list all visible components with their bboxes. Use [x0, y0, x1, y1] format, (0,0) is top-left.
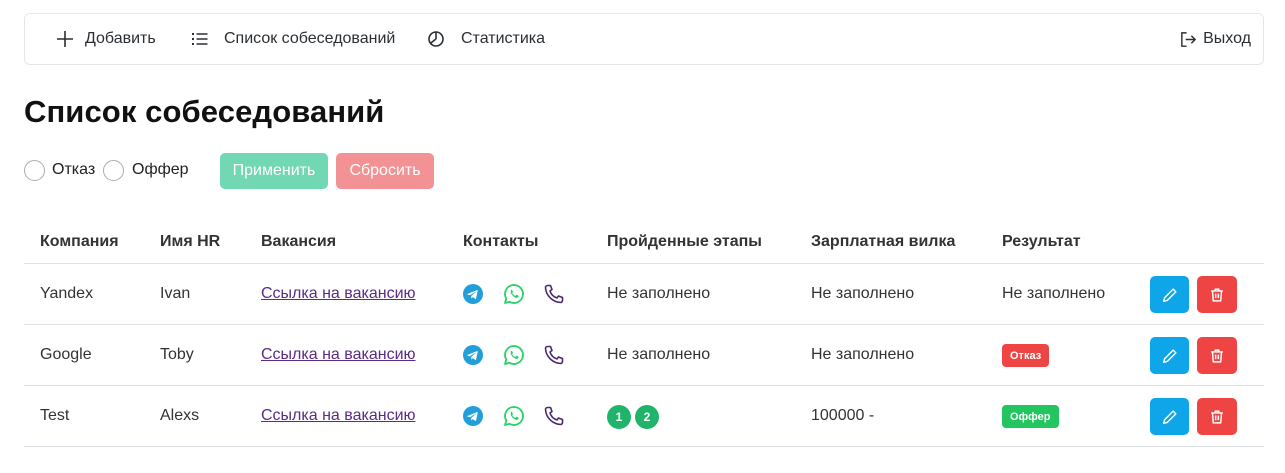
- filters-bar: Отказ Оффер Применить Сбросить: [24, 153, 524, 189]
- phone-icon[interactable]: [542, 404, 566, 428]
- pencil-icon: [1162, 287, 1177, 302]
- stages-badges: 1 2: [607, 405, 659, 429]
- header-result: Результат: [1002, 233, 1081, 250]
- whatsapp-icon[interactable]: [502, 343, 526, 367]
- radio-offer[interactable]: [103, 160, 124, 181]
- vacancy-link[interactable]: Ссылка на вакансию: [261, 346, 416, 364]
- header-contacts: Контакты: [463, 233, 539, 250]
- phone-icon[interactable]: [542, 343, 566, 367]
- delete-button[interactable]: [1197, 276, 1237, 313]
- cell-company: Google: [40, 346, 92, 363]
- nav-add[interactable]: Добавить: [55, 14, 156, 64]
- cell-hr-name: Toby: [160, 346, 194, 363]
- cell-salary: 100000 -: [811, 407, 875, 424]
- trash-icon: [1211, 409, 1223, 424]
- stage-badge: 2: [635, 405, 659, 429]
- cell-stages: Не заполнено: [607, 346, 711, 363]
- whatsapp-icon[interactable]: [502, 404, 526, 428]
- table-row: Yandex Ivan Ссылка на вакансию Не заполн…: [24, 264, 1264, 325]
- status-badge-offer: Оффер: [1002, 405, 1059, 428]
- cell-salary: Не заполнено: [811, 346, 915, 363]
- cell-company: Test: [40, 407, 70, 424]
- vacancy-link[interactable]: Ссылка на вакансию: [261, 285, 416, 303]
- logout-icon: [1181, 31, 1197, 47]
- pencil-icon: [1162, 348, 1177, 363]
- cell-salary: Не заполнено: [811, 285, 915, 302]
- cell-result: Не заполнено: [1002, 285, 1106, 302]
- header-company: Компания: [40, 233, 119, 250]
- header-hr-name: Имя HR: [160, 233, 221, 250]
- header-salary: Зарплатная вилка: [811, 233, 956, 250]
- cell-company: Yandex: [40, 285, 94, 302]
- delete-button[interactable]: [1197, 337, 1237, 374]
- status-badge-reject: Отказ: [1002, 344, 1050, 367]
- stage-badge: 1: [607, 405, 631, 429]
- cell-hr-name: Ivan: [160, 285, 191, 302]
- nav-interview-list[interactable]: Список собеседований: [190, 14, 395, 64]
- radio-reject[interactable]: [24, 160, 45, 181]
- nav-stats-label: Статистика: [461, 30, 546, 47]
- table-header: Компания Имя HR Вакансия Контакты Пройде…: [24, 220, 1264, 264]
- apply-button[interactable]: Применить: [220, 153, 328, 189]
- vacancy-link[interactable]: Ссылка на вакансию: [261, 407, 416, 425]
- telegram-icon[interactable]: [463, 406, 483, 426]
- delete-button[interactable]: [1197, 398, 1237, 435]
- telegram-icon[interactable]: [463, 284, 483, 304]
- radio-offer-label: Оффер: [132, 161, 189, 178]
- plus-icon: [57, 31, 73, 47]
- nav-logout-label: Выход: [1203, 30, 1251, 47]
- table-row: Test Alexs Ссылка на вакансию 1 2 100000…: [24, 386, 1264, 447]
- nav-add-label: Добавить: [85, 30, 156, 47]
- trash-icon: [1211, 348, 1223, 363]
- top-navigation: Добавить Список собеседований Статистика…: [24, 13, 1264, 65]
- reset-button[interactable]: Сбросить: [336, 153, 434, 189]
- nav-logout[interactable]: Выход: [1179, 14, 1251, 64]
- header-vacancy: Вакансия: [261, 233, 337, 250]
- pencil-icon: [1162, 409, 1177, 424]
- page-title: Список собеседований: [24, 94, 385, 129]
- edit-button[interactable]: [1150, 337, 1189, 374]
- phone-icon[interactable]: [542, 282, 566, 306]
- radio-reject-label: Отказ: [52, 161, 96, 178]
- nav-statistics[interactable]: Статистика: [426, 14, 545, 64]
- whatsapp-icon[interactable]: [502, 282, 526, 306]
- edit-button[interactable]: [1150, 276, 1189, 313]
- cell-hr-name: Alexs: [160, 407, 200, 424]
- interviews-table: Компания Имя HR Вакансия Контакты Пройде…: [24, 220, 1264, 447]
- pie-chart-icon: [428, 31, 444, 47]
- telegram-icon[interactable]: [463, 345, 483, 365]
- cell-stages: Не заполнено: [607, 285, 711, 302]
- edit-button[interactable]: [1150, 398, 1189, 435]
- table-row: Google Toby Ссылка на вакансию Не заполн…: [24, 325, 1264, 386]
- trash-icon: [1211, 287, 1223, 302]
- header-stages: Пройденные этапы: [607, 233, 762, 250]
- nav-list-label: Список собеседований: [224, 30, 396, 47]
- list-icon: [192, 33, 208, 45]
